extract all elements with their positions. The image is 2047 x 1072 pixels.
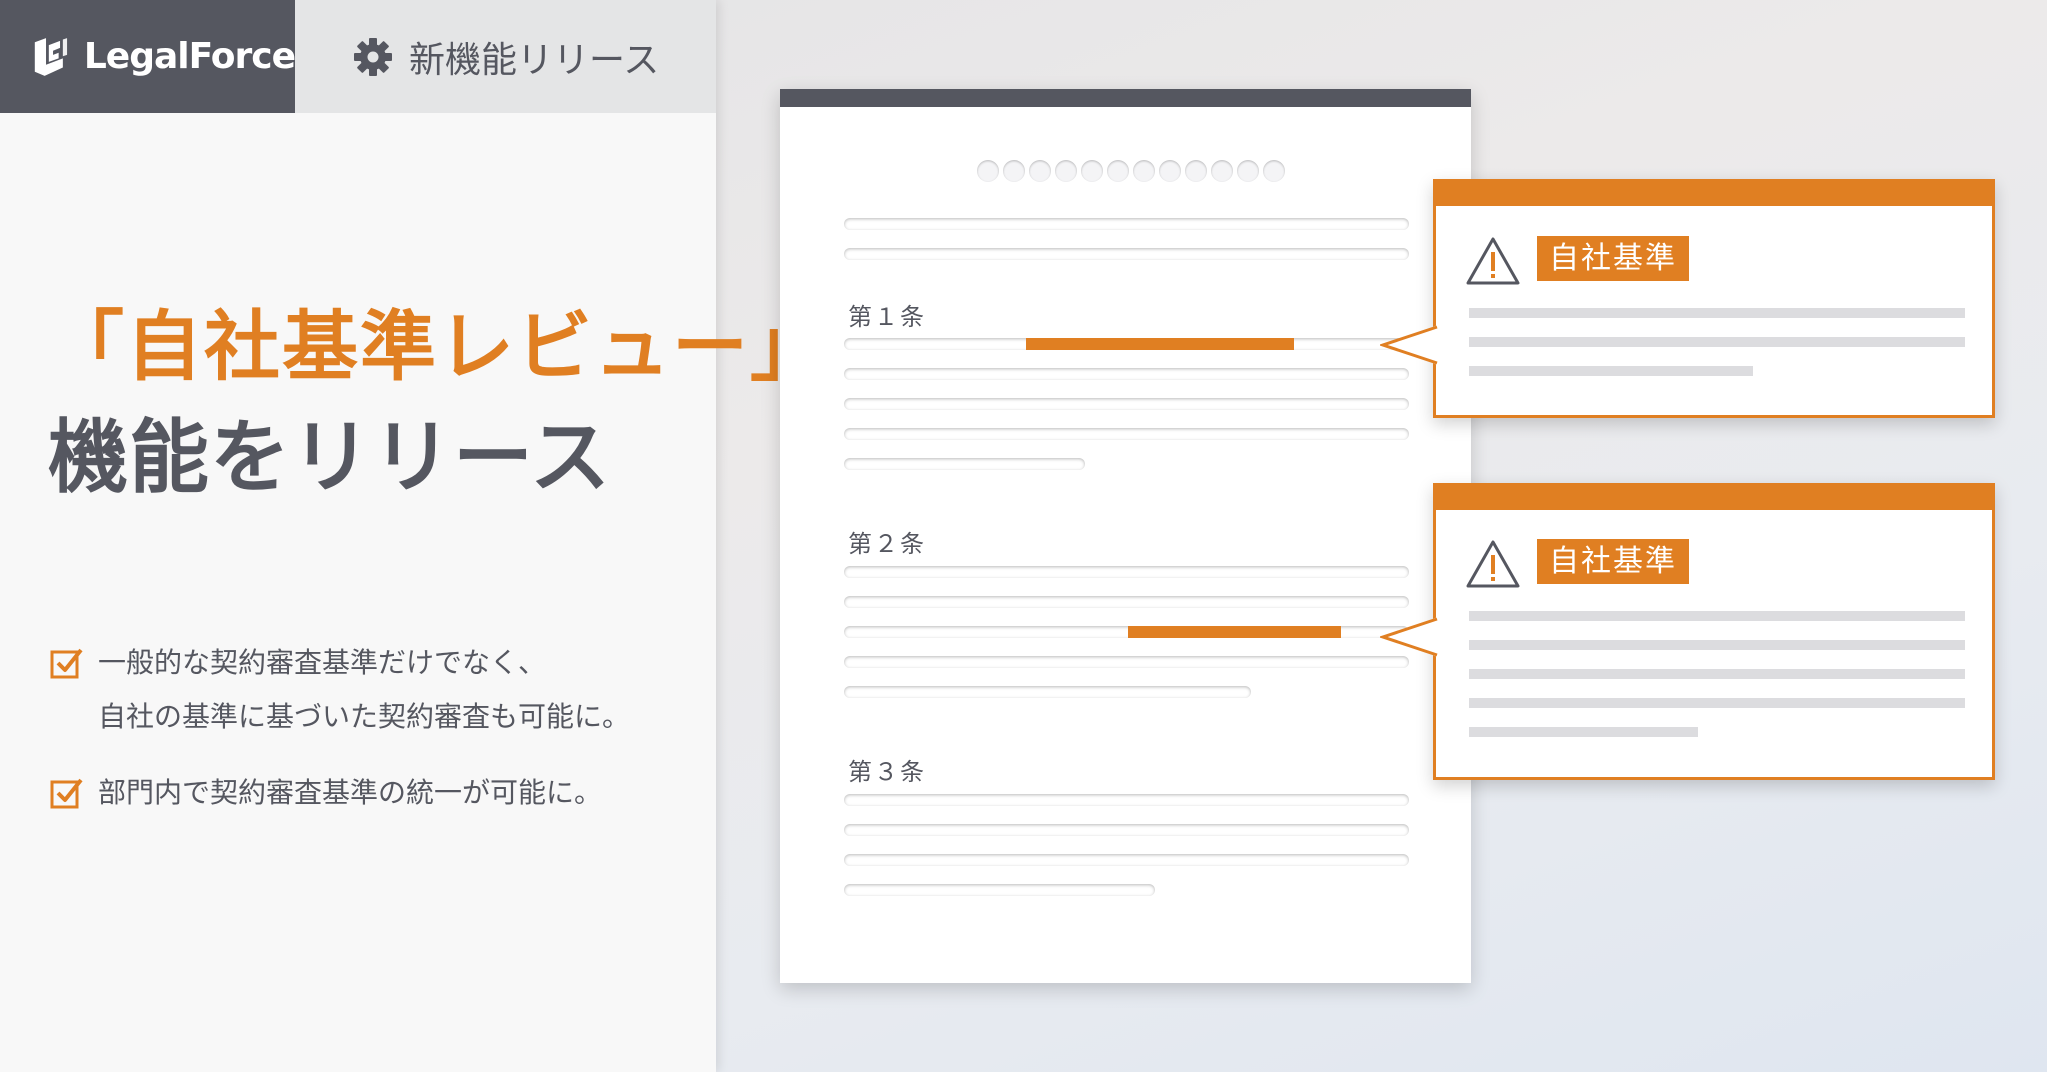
checkbox-icon (50, 648, 83, 679)
feature-text-1b: 自社の基準に基づいた契約審査も可能に。 (98, 700, 631, 733)
comment-text-placeholder (1469, 698, 1965, 708)
headline-release: 機能をリリース (48, 411, 611, 504)
comment-text-placeholder (1469, 727, 1698, 737)
text-line (844, 248, 1409, 260)
text-line (844, 794, 1409, 806)
logo-area[interactable]: LegalForce (0, 0, 296, 113)
comment-text-placeholder (1469, 669, 1965, 679)
callout-header-bar (1433, 179, 1995, 206)
comment-text-placeholder (1469, 337, 1965, 347)
text-line (844, 884, 1155, 896)
callout-pointer (1380, 617, 1438, 657)
feature-item-1: 一般的な契約審査基準だけでなく、 自社の基準に基づいた契約審査も可能に。 (50, 636, 630, 744)
text-line (844, 656, 1409, 668)
text-line (844, 686, 1251, 698)
custom-standard-badge: 自社基準 (1537, 236, 1689, 281)
feature-text-1a: 一般的な契約審査基準だけでなく、 (98, 646, 547, 679)
warning-icon (1466, 237, 1520, 285)
comment-text-placeholder (1469, 366, 1753, 376)
text-line (844, 368, 1409, 380)
flagged-text-highlight[interactable] (1128, 626, 1341, 638)
document-title-placeholder (977, 160, 1285, 182)
comment-text-placeholder (1469, 611, 1965, 621)
text-line (844, 566, 1409, 578)
article-2-heading: 第２条 (848, 530, 926, 558)
text-line (844, 596, 1409, 608)
gear-icon (354, 37, 392, 76)
article-1-heading: 第１条 (848, 303, 926, 331)
text-line (844, 428, 1409, 440)
article-3-heading: 第３条 (848, 758, 926, 786)
text-line (844, 854, 1409, 866)
warning-icon (1466, 540, 1520, 588)
flagged-text-highlight[interactable] (1026, 338, 1294, 350)
headline-feature-name: 「自社基準レビュー」 (48, 302, 828, 391)
text-line (844, 398, 1409, 410)
text-line (844, 824, 1409, 836)
callout-pointer (1380, 325, 1438, 365)
document-header-bar (780, 89, 1471, 107)
logo-text: LegalForce (83, 36, 296, 77)
feature-text-2: 部門内で契約審査基準の統一が可能に。 (98, 776, 603, 809)
review-callout-2[interactable]: 自社基準 (1380, 483, 1995, 780)
text-line (844, 218, 1409, 230)
review-callout-1[interactable]: 自社基準 (1380, 179, 1995, 418)
callout-header-bar (1433, 483, 1995, 510)
comment-text-placeholder (1469, 640, 1965, 650)
logo-icon (34, 37, 68, 76)
feature-item-2: 部門内で契約審査基準の統一が可能に。 (50, 766, 602, 820)
custom-standard-badge: 自社基準 (1537, 539, 1689, 584)
contract-document: 第１条 第２条 第３条 (780, 89, 1471, 983)
text-line (844, 458, 1085, 470)
checkbox-icon (50, 778, 83, 809)
left-panel: LegalForce 新機能リリース 「自社基準レビュー」 機能をリリース 一般… (0, 0, 826, 1072)
comment-text-placeholder (1469, 308, 1965, 318)
release-label: 新機能リリース (409, 39, 660, 81)
new-release-tab[interactable]: 新機能リリース (295, 0, 716, 113)
